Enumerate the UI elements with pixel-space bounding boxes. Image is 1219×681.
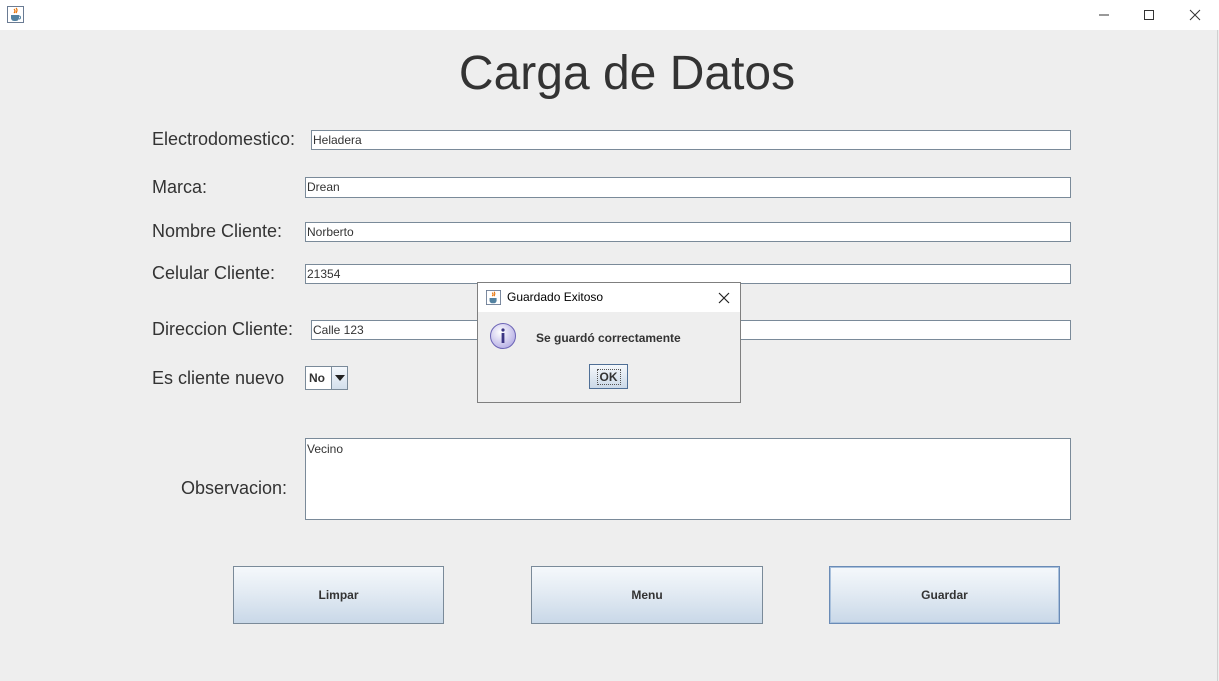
electrodomestico-field[interactable]: Heladera [311,130,1071,150]
es-cliente-nuevo-select[interactable]: No [305,366,348,390]
window-titlebar [0,0,1219,30]
java-coffee-icon [7,6,24,23]
limpiar-button[interactable]: Limpar [233,566,444,624]
page-title: Carga de Datos [458,47,796,100]
dialog-message: Se guardó correctamente [536,331,681,345]
dialog-title: Guardado Exitoso [507,290,604,304]
direccion-cliente-label: Direccion Cliente: [152,319,294,339]
ok-button-label: OK [596,368,621,385]
info-icon [490,323,516,349]
celular-cliente-field[interactable]: 21354 [305,264,1071,284]
marca-label: Marca: [152,177,208,197]
guardado-exitoso-dialog: Guardado Exitoso Se guardó correctamente… [477,282,741,403]
celular-cliente-label: Celular Cliente: [152,263,276,283]
observacion-textarea[interactable]: Vecino [305,438,1071,520]
es-cliente-nuevo-label: Es cliente nuevo [152,368,285,388]
marca-field[interactable]: Drean [305,177,1071,198]
guardar-button[interactable]: Guardar [829,566,1060,624]
close-icon[interactable] [714,288,734,308]
dialog-titlebar: Guardado Exitoso [478,283,740,312]
minimize-icon[interactable] [1081,0,1127,30]
java-coffee-icon [486,290,501,305]
menu-button[interactable]: Menu [531,566,763,624]
electrodomestico-label: Electrodomestico: [152,129,296,149]
es-cliente-nuevo-value: No [309,371,325,385]
observacion-label: Observacion: [181,478,288,498]
close-icon[interactable] [1172,0,1218,30]
nombre-cliente-label: Nombre Cliente: [152,221,283,241]
maximize-icon[interactable] [1126,0,1172,30]
chevron-down-icon[interactable] [331,367,347,389]
nombre-cliente-field[interactable]: Norberto [305,222,1071,242]
ok-button[interactable]: OK [589,364,628,389]
